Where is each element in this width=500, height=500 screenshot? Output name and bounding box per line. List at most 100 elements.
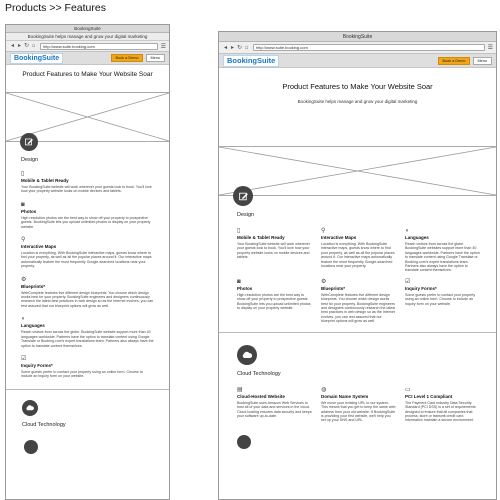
feature-description: We move your existing URL to our system.… (321, 400, 396, 423)
reload-icon[interactable]: ↻ (23, 43, 30, 49)
section-divider (6, 388, 169, 390)
design-section-title: Design (21, 157, 39, 163)
home-icon[interactable]: ⌂ (30, 43, 37, 49)
feature-item: ◙ Photos High resolution photos are the be… (237, 279, 312, 324)
cloud-technology-title: Cloud Technology (22, 421, 66, 428)
gear-icon: ⚙ (321, 278, 327, 285)
back-icon[interactable]: ◂ (9, 43, 16, 49)
page-title: Products >> Features (5, 2, 106, 14)
feature-item: ☑ Inquiry Forms* Some guests prefer to con… (21, 356, 154, 379)
checkbox-icon: ☑ (21, 355, 27, 362)
feature-description: High resolution photos are the best way … (21, 215, 151, 229)
feature-name: Photos (21, 208, 37, 214)
feature-name: Languages (21, 323, 45, 329)
feature-description: Reach visitors from across the globe. Bo… (21, 330, 154, 348)
reload-icon[interactable]: ↻ (236, 45, 243, 51)
speech-bubble-icon: ◖ (405, 228, 409, 234)
feature-description: Your BookingSuite website will work wher… (237, 242, 310, 260)
pencil-icon (20, 133, 38, 151)
feature-description: WebComplete features five different desi… (21, 290, 154, 308)
hero-subtitle: BookingSuite helps manage and grow your … (297, 99, 418, 104)
cloud-technology-title: Cloud Technology (237, 370, 281, 377)
feature-item: ▯ Mobile & Tablet Ready Your BookingSuite … (237, 228, 312, 273)
feature-description: High resolution photos are the best way … (237, 292, 311, 311)
cloud-icon (22, 399, 38, 416)
feature-description: BookingSuite uses Amazon Web Services to… (237, 400, 312, 418)
desktop-browser-window: BookingSuite ◂ ▸ ↻ ⌂ http://www.suite.bo… (218, 31, 497, 500)
feature-name: Interactive Maps (21, 244, 57, 250)
next-section-icon (24, 439, 38, 454)
pencil-icon (233, 186, 253, 206)
design-features-grid: ▯ Mobile & Tablet Ready Your BookingSuite … (237, 228, 480, 324)
feature-name: Cloud-Hosted Website (237, 393, 285, 399)
feature-item: ☑ Inquiry Forms* Some guests prefer to con… (405, 279, 480, 324)
feature-item: ⚲ Interactive Maps Location is everything.… (21, 237, 154, 269)
next-section-icon (237, 434, 251, 449)
address-bar[interactable]: http://www.suite.booking.com (40, 42, 158, 50)
server-icon: ▤ (237, 386, 243, 393)
hamburger-menu-icon[interactable]: ☰ (161, 43, 166, 50)
cloud-icon (237, 344, 257, 365)
mobile-browser-window: BookingSuite BookingSuite helps manage a… (5, 24, 170, 500)
browser-toolbar: ◂ ▸ ↻ ⌂ http://www.suite.booking.com ☰ (6, 41, 169, 52)
book-demo-button[interactable]: Book a Demo (438, 56, 470, 65)
feature-description: Some guests prefer to contact your prope… (21, 369, 143, 379)
browser-toolbar: ◂ ▸ ↻ ⌂ http://www.suite.booking.com ☰ (219, 42, 496, 54)
feature-name: Languages (405, 235, 429, 240)
feature-item: ◙ Photos High resolution photos are the be… (21, 202, 154, 229)
mobile-icon: ▯ (237, 228, 241, 234)
feature-item: ▤ Cloud-Hosted Website BookingSuite uses A… (237, 387, 312, 423)
camera-icon: ◙ (21, 201, 25, 208)
window-titlebar: BookingSuite (219, 32, 496, 42)
feature-item: ◖ Languages Reach visitors from across the… (21, 316, 154, 348)
hamburger-menu-icon[interactable]: ☰ (488, 44, 493, 51)
feature-item: ⚲ Interactive Maps Location is everything.… (321, 228, 396, 273)
speech-bubble-icon: ◖ (21, 316, 25, 323)
book-demo-button[interactable]: Book a Demo (111, 54, 143, 62)
feature-description: Some guests prefer to contact your prope… (405, 292, 476, 306)
credit-card-icon: ▭ (405, 386, 411, 393)
forward-icon[interactable]: ▸ (16, 43, 23, 49)
feature-item: ◖ Languages Reach visitors from across the… (405, 228, 480, 273)
map-pin-icon: ⚲ (21, 237, 26, 244)
feature-description: Your BookingSuite website will work wher… (21, 185, 152, 194)
feature-item: ▯ Mobile & Tablet Ready Your BookingSuite … (21, 171, 154, 194)
feature-item: ⚙ Blueprints* WebComplete features five di… (21, 277, 154, 309)
hero-title: Product Features to Make Your Website So… (282, 82, 433, 91)
feature-name: Blueprints* (321, 285, 346, 291)
globe-icon: ◍ (321, 386, 327, 393)
feature-name: Photos (237, 285, 253, 291)
booking-suite-logo[interactable]: BookingSuite (10, 52, 64, 64)
feature-description: Location is everything. With BookingSuit… (321, 242, 395, 269)
feature-description: Reach visitors from across the globe. Bo… (405, 242, 480, 273)
mobile-icon: ▯ (21, 171, 25, 177)
map-pin-icon: ⚲ (321, 228, 326, 234)
cloud-features-grid: ▤ Cloud-Hosted Website BookingSuite uses A… (237, 387, 480, 423)
feature-item: ▭ PCI Level 1 Compliant The Payment Card I… (405, 387, 480, 423)
feature-name: Inquiry Forms* (405, 285, 437, 291)
feature-name: Interactive Maps (321, 235, 357, 240)
feature-name: Inquiry Forms* (21, 362, 53, 368)
gear-icon: ⚙ (21, 276, 27, 283)
home-icon[interactable]: ⌂ (243, 45, 250, 51)
booking-suite-logo[interactable]: BookingSuite (223, 54, 280, 67)
feature-item: ⚙ Blueprints* WebComplete features five di… (321, 279, 396, 324)
design-section-title: Design (237, 212, 255, 218)
back-icon[interactable]: ◂ (222, 45, 229, 51)
feature-item: ◍ Domain Name System We move your existing… (321, 387, 396, 423)
checkbox-icon: ☑ (405, 278, 411, 285)
hero-image-placeholder (219, 146, 496, 196)
tagline-bar: BookingSuite helps manage and grow your … (6, 33, 169, 41)
hero-title: Product Features to Make Your Website So… (22, 71, 153, 78)
forward-icon[interactable]: ▸ (229, 45, 236, 51)
address-bar[interactable]: http://www.suite.booking.com (253, 44, 485, 51)
site-header: BookingSuite Book a Demo Menu (219, 54, 496, 68)
menu-button[interactable]: Menu (145, 54, 165, 62)
feature-description: WebComplete features five different desi… (321, 292, 396, 324)
feature-name: Domain Name System (321, 393, 369, 399)
feature-description: The Payment Card Industry Data Security … (405, 400, 476, 423)
feature-name: Mobile & Tablet Ready (21, 178, 69, 183)
feature-description: Location is everything. With BookingSuit… (21, 251, 152, 269)
menu-button[interactable]: Menu (472, 56, 492, 65)
window-titlebar: BookingSuite (6, 25, 169, 33)
